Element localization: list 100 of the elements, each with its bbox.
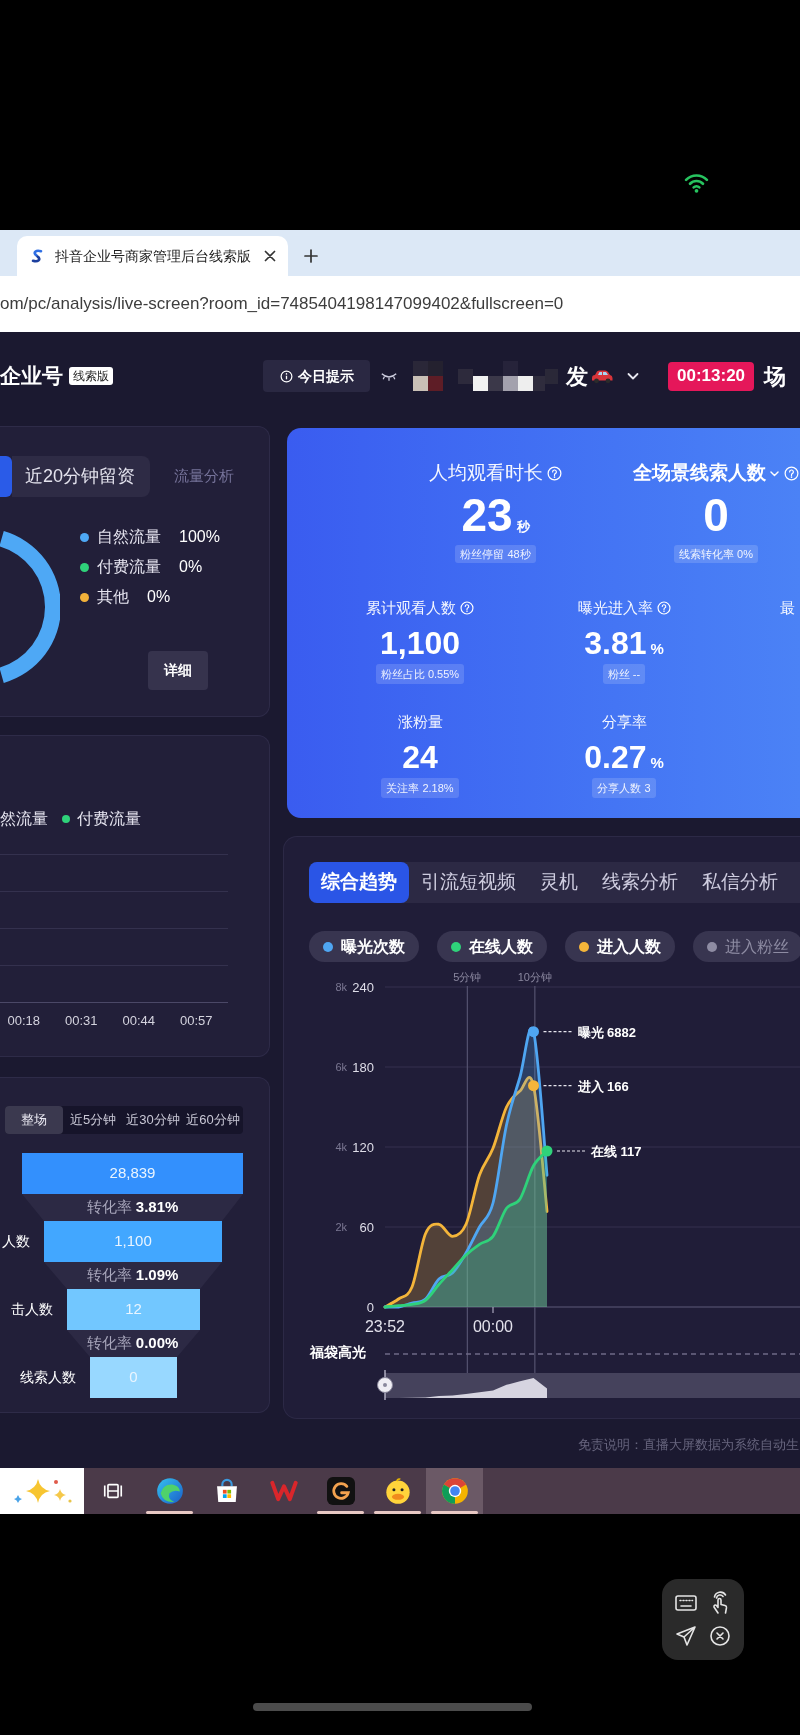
annotation-label: 曝光 6882 xyxy=(577,1024,637,1040)
range-tab[interactable]: 近30分钟 xyxy=(123,1106,183,1134)
legend-label: 其他 xyxy=(97,587,129,607)
metric-unit: 秒 xyxy=(516,518,530,536)
live-timer: 00:13:20 xyxy=(668,361,755,391)
axis-label: 60 xyxy=(359,1220,374,1235)
legend-toggle[interactable]: 曝光次数 xyxy=(309,931,419,962)
edition-badge: 线索版 xyxy=(69,367,113,385)
swirl-app-icon xyxy=(326,1477,355,1505)
send-icon[interactable] xyxy=(674,1624,698,1648)
help-icon[interactable] xyxy=(784,465,799,481)
metric-note: 关注率 2.18% xyxy=(381,778,459,798)
metric-value: 1,100 xyxy=(379,624,461,663)
data-point xyxy=(528,1026,539,1038)
wifi-icon xyxy=(684,172,709,193)
leader-line xyxy=(542,1085,575,1087)
help-icon[interactable] xyxy=(460,601,474,615)
range-tab[interactable]: 近60分钟 xyxy=(183,1106,243,1134)
closed-eye-icon[interactable] xyxy=(380,370,398,382)
slider-handle[interactable] xyxy=(377,1369,393,1401)
funnel-bar: 1,100 xyxy=(44,1221,222,1262)
help-icon[interactable] xyxy=(547,465,562,481)
marker-label: 5分钟 xyxy=(453,971,482,983)
leader-line xyxy=(542,1031,575,1033)
letter-w-icon xyxy=(269,1479,298,1503)
metric-value: 0.27 xyxy=(584,738,647,777)
metric-unit: % xyxy=(650,753,664,773)
axis-label: 4k xyxy=(335,1141,347,1153)
metric-title: 累计观看人数 xyxy=(366,597,456,618)
axis-label: 2k xyxy=(335,1221,347,1233)
address-field[interactable]: om/pc/analysis/live-screen?room_id=7485404198147099402&fullscreen=0 xyxy=(0,276,800,332)
close-icon[interactable] xyxy=(707,1624,732,1648)
header-text: 场 xyxy=(764,362,787,391)
metric-title: 人均观看时长 xyxy=(429,460,543,485)
legend-toggle[interactable]: 进入人数 xyxy=(565,931,675,962)
account-name: 发 xyxy=(566,362,588,391)
legend-label: 然流量 xyxy=(0,809,48,829)
metric-note: 粉丝占比 0.55% xyxy=(375,664,465,684)
axis-label: 120 xyxy=(352,1140,374,1155)
funnel-bar: 0 xyxy=(90,1357,177,1398)
browser-tab[interactable]: 抖音企业号商家管理后台线索版 xyxy=(17,236,288,276)
metric-dropdown[interactable]: 全场景线索人数 xyxy=(633,458,780,488)
funnel-bar: 28,839 xyxy=(22,1153,243,1194)
metric-title: 分享率 xyxy=(601,711,647,732)
axis-label: 8k xyxy=(335,981,347,993)
axis-label: 00:31 xyxy=(63,1013,99,1029)
plus-icon[interactable] xyxy=(304,249,318,263)
axis-label: 00:57 xyxy=(178,1013,214,1029)
track-label: 福袋高光 xyxy=(310,1344,366,1360)
range-tab[interactable]: 近5分钟 xyxy=(63,1106,123,1134)
annotation-label: 进入 166 xyxy=(577,1078,629,1094)
axis-label: 6k xyxy=(335,1061,347,1073)
duck-icon xyxy=(383,1477,412,1505)
legend-toggle[interactable]: 在线人数 xyxy=(437,931,547,962)
tab[interactable]: 私信分析 xyxy=(690,862,790,903)
metric-title: 曝光进入率 xyxy=(577,597,653,618)
metric-title: 最 xyxy=(780,597,795,618)
legend-value: 0% xyxy=(179,557,203,577)
legend-toggle[interactable]: 进入粉丝 xyxy=(693,931,800,962)
metric-unit: % xyxy=(650,639,664,659)
conversion-rate: 转化率 0.00% xyxy=(86,1333,179,1354)
data-point xyxy=(528,1080,539,1092)
info-icon xyxy=(279,369,293,383)
disclaimer-text: 免责说明：直播大屏数据为系统自动生 xyxy=(578,1436,800,1454)
axis-label: 180 xyxy=(352,1060,374,1075)
tab[interactable]: 引流短视频 xyxy=(409,862,528,903)
tab[interactable]: 综合趋势 xyxy=(309,862,409,903)
legend-value: 0% xyxy=(147,587,171,607)
tab[interactable]: 近20分钟留资 xyxy=(12,456,151,497)
tab[interactable]: 灵机 xyxy=(528,862,590,903)
legend-label: 付费流量 xyxy=(77,809,141,829)
app-logo-icon xyxy=(30,248,44,264)
metric-note: 分享人数 3 xyxy=(592,778,656,798)
axis-label: 00:44 xyxy=(121,1013,156,1029)
metric-title: 涨粉量 xyxy=(397,711,443,732)
funnel-label: 线索人数 xyxy=(19,1368,76,1387)
tab[interactable]: 线索分析 xyxy=(590,862,690,903)
legend-label: 自然流量 xyxy=(97,527,161,547)
marker-label: 10分钟 xyxy=(517,971,552,983)
metric-value: 23 xyxy=(461,491,513,539)
car-icon xyxy=(590,368,614,384)
leader-line xyxy=(556,1150,588,1152)
axis-label: 23:52 xyxy=(365,1318,405,1335)
legend-label: 付费流量 xyxy=(97,557,161,577)
conversion-rate: 转化率 3.81% xyxy=(86,1197,179,1218)
analysis-link[interactable]: 流量分析 xyxy=(174,465,235,488)
axis-label: 00:00 xyxy=(473,1318,513,1335)
metric-note: 线索转化率 0% xyxy=(674,545,758,563)
range-tab[interactable]: 整场 xyxy=(5,1106,63,1134)
close-icon[interactable] xyxy=(264,250,276,262)
tricolor-circle-icon xyxy=(440,1477,469,1505)
detail-button[interactable]: 详细 xyxy=(148,651,208,690)
axis-label: 00:18 xyxy=(6,1013,41,1029)
metric-note: 粉丝 -- xyxy=(602,664,646,684)
help-icon[interactable] xyxy=(656,601,671,615)
tab[interactable] xyxy=(0,456,12,497)
brand-name: 企业号 xyxy=(0,363,63,390)
metric-value: 0 xyxy=(703,491,729,539)
tips-button[interactable]: 今日提示 xyxy=(263,360,370,392)
funnel-bar: 12 xyxy=(67,1289,200,1330)
